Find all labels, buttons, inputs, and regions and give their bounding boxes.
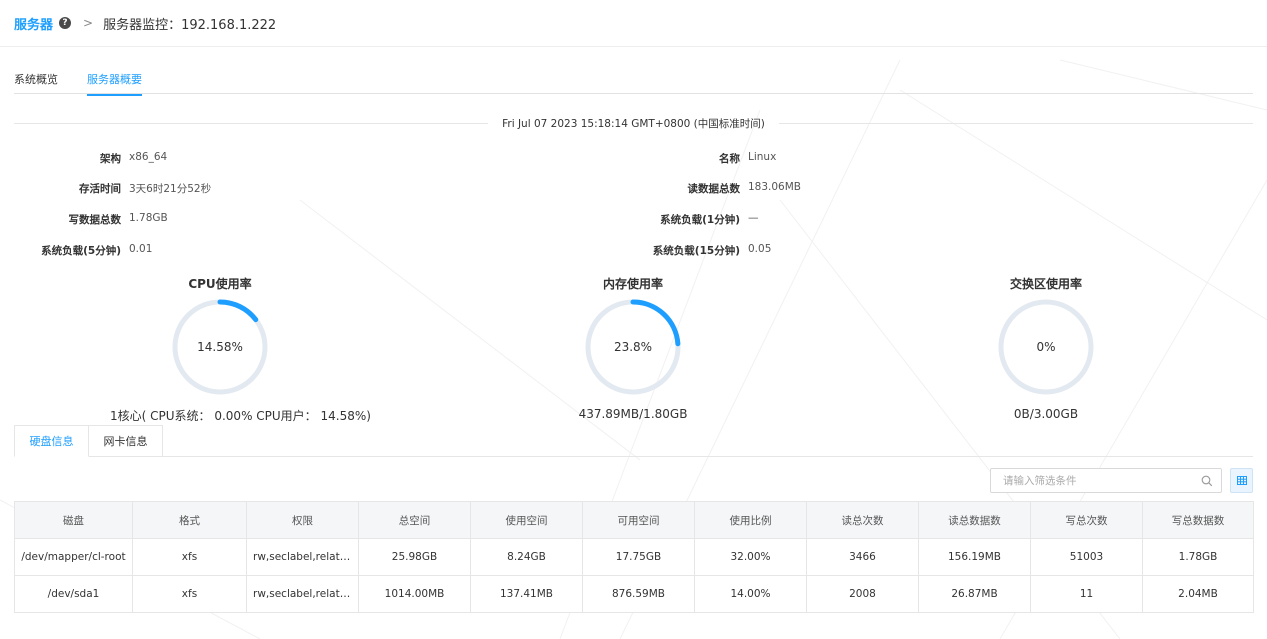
table-cell: 2008 bbox=[806, 575, 919, 613]
column-header[interactable]: 读总数据数 bbox=[918, 501, 1031, 539]
breadcrumb-root-link[interactable]: 服务器 bbox=[14, 14, 53, 33]
table-header-row: 磁盘 格式 权限 总空间 使用空间 可用空间 使用比例 读总次数 读总数据数 写… bbox=[14, 501, 1254, 539]
tab-server-summary[interactable]: 服务器概要 bbox=[87, 71, 142, 96]
cpu-gauge: CPU使用率 14.58% 1核心( CPU系统： 0.00% CPU用户： 1… bbox=[110, 275, 371, 424]
grid-icon bbox=[1236, 476, 1247, 485]
swap-gauge: 交换区使用率 0% 0B/3.00GB bbox=[936, 275, 1156, 421]
column-toggle-button[interactable] bbox=[1230, 468, 1253, 493]
main-tabs: 系统概览 服务器概要 bbox=[14, 63, 1253, 96]
breadcrumb: 服务器 ? > 服务器监控：192.168.1.222 bbox=[0, 0, 1267, 47]
tab-system-overview[interactable]: 系统概览 bbox=[14, 71, 58, 93]
column-header[interactable]: 格式 bbox=[132, 501, 247, 539]
divider-line-right bbox=[778, 122, 1253, 124]
gauge-value: 0% bbox=[1036, 340, 1055, 354]
table-cell: 137.41MB bbox=[470, 575, 583, 613]
table-cell: 2.04MB bbox=[1142, 575, 1254, 613]
table-cell: 26.87MB bbox=[918, 575, 1031, 613]
column-header[interactable]: 权限 bbox=[246, 501, 359, 539]
detail-tabs: 硬盘信息 网卡信息 bbox=[14, 425, 1253, 457]
column-header[interactable]: 读总次数 bbox=[806, 501, 919, 539]
gauge-title: CPU使用率 bbox=[188, 277, 252, 291]
table-row[interactable]: /dev/sda1 xfs rw,seclabel,relati... 1014… bbox=[14, 575, 1254, 613]
gauge-value: 14.58% bbox=[197, 340, 243, 354]
info-label: 名称 bbox=[719, 153, 740, 165]
table-cell: 11 bbox=[1030, 575, 1143, 613]
gauge-ring: 23.8% bbox=[585, 299, 681, 395]
gauge-title: 交换区使用率 bbox=[1009, 277, 1082, 291]
gauge-caption: 1核心( CPU系统： 0.00% CPU用户： 14.58%) bbox=[110, 409, 371, 423]
table-cell: 14.00% bbox=[694, 575, 807, 613]
table-cell: rw,seclabel,relati... bbox=[246, 575, 359, 613]
column-header[interactable]: 写总次数 bbox=[1030, 501, 1143, 539]
table-cell: 51003 bbox=[1030, 538, 1143, 576]
gauge-caption: 437.89MB/1.80GB bbox=[578, 407, 688, 421]
info-name: 名称 Linux bbox=[14, 151, 776, 166]
breadcrumb-separator: > bbox=[83, 16, 94, 30]
table-cell: 32.00% bbox=[694, 538, 807, 576]
table-cell: 876.59MB bbox=[582, 575, 695, 613]
table-cell: 1014.00MB bbox=[358, 575, 471, 613]
timestamp: Fri Jul 07 2023 15:18:14 GMT+0800 (中国标准时… bbox=[502, 117, 765, 130]
info-label: 系统负载(1分钟) bbox=[660, 214, 740, 226]
disk-table: 磁盘 格式 权限 总空间 使用空间 可用空间 使用比例 读总次数 读总数据数 写… bbox=[14, 501, 1254, 613]
column-header[interactable]: 写总数据数 bbox=[1142, 501, 1254, 539]
table-cell: 17.75GB bbox=[582, 538, 695, 576]
table-cell: rw,seclabel,relati... bbox=[246, 538, 359, 576]
column-header[interactable]: 可用空间 bbox=[582, 501, 695, 539]
help-icon[interactable]: ? bbox=[59, 17, 72, 29]
info-label: 读数据总数 bbox=[687, 183, 741, 195]
gauge-ring: 14.58% bbox=[172, 299, 268, 395]
column-header[interactable]: 磁盘 bbox=[14, 501, 133, 539]
column-header[interactable]: 使用空间 bbox=[470, 501, 583, 539]
tab-nic-info[interactable]: 网卡信息 bbox=[89, 425, 163, 457]
column-header[interactable]: 使用比例 bbox=[694, 501, 807, 539]
info-value: — bbox=[748, 212, 759, 224]
info-load-1min: 系统负载(1分钟) — bbox=[14, 212, 759, 227]
column-header[interactable]: 总空间 bbox=[358, 501, 471, 539]
info-label: 系统负载(15分钟) bbox=[652, 245, 740, 257]
table-cell: /dev/sda1 bbox=[14, 575, 133, 613]
gauge-ring: 0% bbox=[998, 299, 1094, 395]
filter-box bbox=[990, 468, 1222, 493]
table-cell: /dev/mapper/cl-root bbox=[14, 538, 133, 576]
table-cell: 156.19MB bbox=[918, 538, 1031, 576]
gauge-caption: 0B/3.00GB bbox=[1013, 407, 1079, 421]
breadcrumb-current: 服务器监控：192.168.1.222 bbox=[103, 17, 277, 33]
filter-input[interactable] bbox=[991, 469, 1191, 493]
table-cell: 25.98GB bbox=[358, 538, 471, 576]
info-value: 183.06MB bbox=[748, 181, 802, 193]
table-row[interactable]: /dev/mapper/cl-root xfs rw,seclabel,rela… bbox=[14, 538, 1254, 576]
table-cell: 8.24GB bbox=[470, 538, 583, 576]
gauge-value: 23.8% bbox=[614, 340, 652, 354]
timestamp-divider: Fri Jul 07 2023 15:18:14 GMT+0800 (中国标准时… bbox=[14, 114, 1253, 132]
table-cell: 3466 bbox=[806, 538, 919, 576]
info-load-15min: 系统负载(15分钟) 0.05 bbox=[14, 243, 772, 258]
tab-disk-info[interactable]: 硬盘信息 bbox=[14, 425, 89, 457]
table-cell: 1.78GB bbox=[1142, 538, 1254, 576]
gauge-title: 内存使用率 bbox=[602, 277, 663, 291]
table-cell: xfs bbox=[132, 575, 247, 613]
divider-line-left bbox=[14, 122, 489, 124]
info-total-read: 读数据总数 183.06MB bbox=[14, 181, 802, 196]
table-cell: xfs bbox=[132, 538, 247, 576]
info-value: Linux bbox=[748, 151, 777, 163]
memory-gauge: 内存使用率 23.8% 437.89MB/1.80GB bbox=[523, 275, 743, 421]
search-icon[interactable] bbox=[1201, 475, 1213, 487]
info-value: 0.05 bbox=[748, 243, 772, 255]
